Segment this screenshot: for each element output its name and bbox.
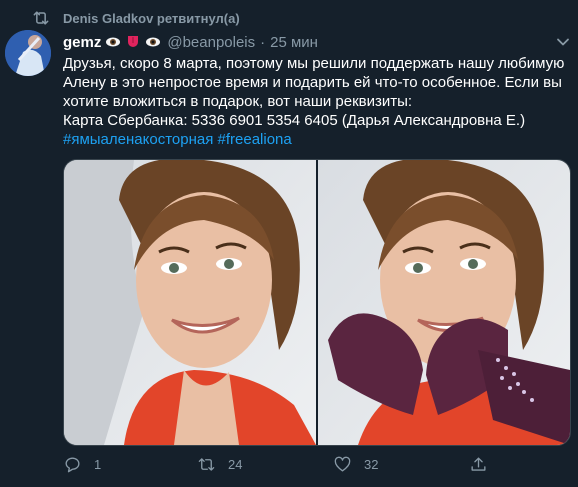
photo-skater-heart-hands-icon <box>318 160 570 445</box>
tweet-text-line: Алену в это непростое время и подарить е… <box>63 74 562 91</box>
author-name[interactable]: gemz <box>63 34 101 51</box>
like-button[interactable]: 32 <box>333 455 378 474</box>
reply-count: 1 <box>94 456 102 472</box>
eye-emoji-icon <box>146 37 161 47</box>
hashtag-link[interactable]: #ямыаленакосторная <box>63 131 213 148</box>
media-grid <box>63 159 571 446</box>
reply-icon <box>65 457 80 472</box>
tweet-text: Друзья, скоро 8 марта, поэтому мы решили… <box>63 54 573 149</box>
separator-dot: · <box>260 33 266 51</box>
reply-button[interactable]: 1 <box>63 455 101 474</box>
retweet-icon <box>198 457 215 471</box>
tweet-text-line: Карта Сбербанка: 5336 6901 5354 6405 (Да… <box>63 112 526 129</box>
heart-icon <box>334 456 351 472</box>
tweet-header: gemz @beanpoleis · 25 мин <box>63 32 318 52</box>
retweet-banner: Denis Gladkov ретвитнул(а) <box>31 8 240 28</box>
photo-smiling-skater-icon <box>64 160 316 445</box>
avatar-image <box>5 30 51 76</box>
author-handle[interactable]: @beanpoleis <box>167 34 255 51</box>
tweet-text-line: хотите вложиться в подарок, вот наши рек… <box>63 93 413 110</box>
photo-right[interactable] <box>318 160 570 445</box>
retweet-button[interactable]: 24 <box>197 455 242 474</box>
tweet-text-line: Друзья, скоро 8 марта, поэтому мы решили… <box>63 55 565 72</box>
eye-emoji-icon <box>106 37 121 47</box>
avatar[interactable] <box>5 30 51 76</box>
chevron-down-icon <box>557 38 569 46</box>
tongue-emoji-icon <box>128 36 139 47</box>
retweet-banner-text[interactable]: Denis Gladkov ретвитнул(а) <box>63 11 240 26</box>
share-icon <box>471 456 486 471</box>
tweet-timestamp[interactable]: 25 мин <box>270 34 318 51</box>
like-count: 32 <box>364 456 379 472</box>
retweet-icon <box>33 11 49 25</box>
more-options-button[interactable] <box>553 32 573 52</box>
share-button[interactable] <box>469 455 488 474</box>
photo-left[interactable] <box>64 160 316 445</box>
tweet-actions: 1 24 32 <box>63 452 503 476</box>
hashtag-line: #ямыаленакосторная #freealiona <box>63 130 573 149</box>
retweet-count: 24 <box>228 456 243 472</box>
hashtag-link[interactable]: #freealiona <box>218 131 292 148</box>
